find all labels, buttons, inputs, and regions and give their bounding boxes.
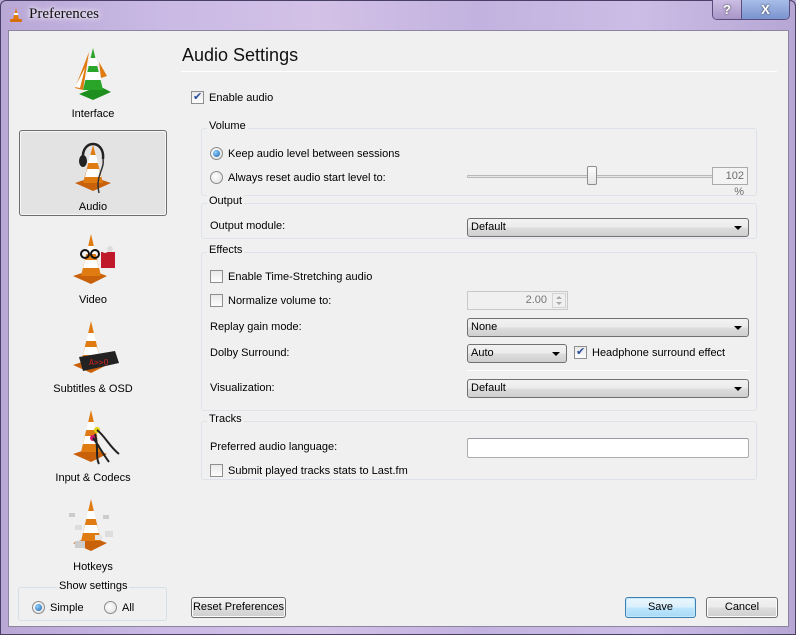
dolby-surround-label: Dolby Surround: xyxy=(210,347,290,359)
radio-indicator[interactable] xyxy=(32,601,45,614)
checkbox-label: Headphone surround effect xyxy=(592,346,726,359)
checkbox-indicator[interactable] xyxy=(191,90,204,104)
tracks-legend: Tracks xyxy=(207,413,244,425)
checkbox-label: Submit played tracks stats to Last.fm xyxy=(228,464,408,477)
keep-audio-level-radio[interactable]: Keep audio level between sessions xyxy=(210,147,400,160)
select-value: None xyxy=(471,321,498,333)
output-module-select[interactable]: Default xyxy=(467,218,749,237)
cone-interface-icon xyxy=(75,48,111,100)
lastfm-submit-checkbox[interactable]: Submit played tracks stats to Last.fm xyxy=(210,464,408,477)
help-icon: ? xyxy=(723,2,731,17)
headphone-surround-checkbox[interactable]: Headphone surround effect xyxy=(574,345,726,359)
sidebar-item-video[interactable]: Video xyxy=(19,223,167,309)
output-module-label: Output module: xyxy=(210,220,286,232)
sidebar-item-input-codecs[interactable]: Input & Codecs xyxy=(19,401,167,487)
normalize-volume-checkbox[interactable]: Normalize volume to: xyxy=(210,294,331,307)
tracks-group: Tracks Preferred audio language: Submit … xyxy=(201,413,757,480)
time-stretching-checkbox[interactable]: Enable Time-Stretching audio xyxy=(210,270,372,283)
caption-buttons: ? X xyxy=(712,0,790,20)
chevron-down-icon xyxy=(734,387,742,391)
enable-audio-checkbox[interactable]: Enable audio xyxy=(191,90,274,104)
reset-preferences-button[interactable]: Reset Preferences xyxy=(191,597,286,618)
select-value: Default xyxy=(471,382,506,394)
chevron-down-icon xyxy=(552,352,560,356)
replay-gain-select[interactable]: None xyxy=(467,318,749,337)
cancel-button[interactable]: Cancel xyxy=(706,597,778,618)
radio-label: Simple xyxy=(50,601,84,614)
dialog-client-area: Interface Audio Video A>>O Subtitles & O… xyxy=(8,30,789,627)
preferred-language-label: Preferred audio language: xyxy=(210,441,338,453)
title-divider xyxy=(181,71,777,72)
close-icon: X xyxy=(761,2,770,17)
help-button[interactable]: ? xyxy=(713,0,742,19)
preferred-language-input[interactable] xyxy=(467,438,749,458)
show-settings-simple-radio[interactable]: Simple xyxy=(32,601,84,614)
checkbox-label: Enable Time-Stretching audio xyxy=(228,270,373,283)
checkbox-indicator[interactable] xyxy=(210,294,223,307)
sidebar-item-label: Audio xyxy=(78,201,108,213)
radio-label: All xyxy=(122,601,135,614)
spinbox-buttons[interactable] xyxy=(552,293,566,308)
select-value: Default xyxy=(471,221,506,233)
cone-headphones-icon xyxy=(75,142,111,194)
sidebar-item-label: Hotkeys xyxy=(73,561,113,573)
sidebar-item-interface[interactable]: Interface xyxy=(19,37,167,123)
volume-level-readout: 102 % xyxy=(712,167,748,198)
spin-down-icon[interactable] xyxy=(556,302,562,305)
cone-led-display-icon: A>>O xyxy=(73,321,119,373)
cone-keys-icon xyxy=(69,499,113,551)
radio-indicator[interactable] xyxy=(210,171,223,184)
cone-cables-icon xyxy=(73,410,120,465)
show-settings-group: Show settings Simple All xyxy=(18,580,167,621)
show-settings-all-radio[interactable]: All xyxy=(104,601,134,614)
always-reset-level-radio[interactable]: Always reset audio start level to: xyxy=(210,171,386,184)
effects-group: Effects Enable Time-Stretching audio Nor… xyxy=(201,244,757,411)
select-value: Auto xyxy=(471,347,494,359)
spinbox-value: 2.00 xyxy=(525,294,547,306)
output-group: Output Output module: Default xyxy=(201,195,757,239)
visualization-select[interactable]: Default xyxy=(467,379,749,398)
checkbox-indicator[interactable] xyxy=(210,464,223,477)
visualization-label: Visualization: xyxy=(210,382,275,394)
page-title: Audio Settings xyxy=(182,45,299,65)
radio-indicator[interactable] xyxy=(104,601,117,614)
save-button[interactable]: Save xyxy=(625,597,696,618)
dolby-surround-select[interactable]: Auto xyxy=(467,344,567,363)
close-button[interactable]: X xyxy=(742,0,789,19)
checkbox-indicator[interactable] xyxy=(574,345,587,359)
checkbox-label: Enable audio xyxy=(209,91,274,104)
spin-up-icon[interactable] xyxy=(556,296,562,299)
normalize-volume-spinbox[interactable]: 2.00 xyxy=(467,291,568,310)
sidebar-item-hotkeys[interactable]: Hotkeys xyxy=(19,490,167,576)
chevron-down-icon xyxy=(734,226,742,230)
sidebar-item-label: Video xyxy=(79,294,107,306)
title-bar[interactable]: Preferences ? X xyxy=(0,0,796,30)
checkbox-label: Normalize volume to: xyxy=(228,294,332,307)
radio-label: Always reset audio start level to: xyxy=(228,171,386,184)
volume-slider-handle[interactable] xyxy=(587,166,598,185)
sidebar-item-label: Subtitles & OSD xyxy=(53,383,133,395)
vlc-cone-icon xyxy=(10,8,22,22)
window-title: Preferences xyxy=(29,6,99,22)
sidebar-item-subtitles-osd[interactable]: A>>O Subtitles & OSD xyxy=(19,312,167,398)
sidebar-item-audio[interactable]: Audio xyxy=(19,130,167,216)
checkbox-indicator[interactable] xyxy=(210,270,223,283)
effects-divider xyxy=(467,370,749,371)
sidebar-item-label: Interface xyxy=(71,108,115,120)
radio-indicator[interactable] xyxy=(210,147,223,160)
audio-settings-panel: Audio Settings Enable audio Volume Keep … xyxy=(181,31,781,626)
effects-legend: Effects xyxy=(207,244,245,256)
radio-label: Keep audio level between sessions xyxy=(228,147,400,160)
output-legend: Output xyxy=(207,195,245,207)
cone-glasses-popcorn-icon xyxy=(73,234,115,284)
replay-gain-label: Replay gain mode: xyxy=(210,321,302,333)
category-sidebar: Interface Audio Video A>>O Subtitles & O… xyxy=(9,31,174,626)
show-settings-legend: Show settings xyxy=(57,580,130,592)
svg-text:A>>O: A>>O xyxy=(89,358,108,367)
volume-legend: Volume xyxy=(207,120,248,132)
chevron-down-icon xyxy=(734,326,742,330)
sidebar-item-label: Input & Codecs xyxy=(55,472,131,484)
volume-group: Volume Keep audio level between sessions… xyxy=(201,120,757,198)
